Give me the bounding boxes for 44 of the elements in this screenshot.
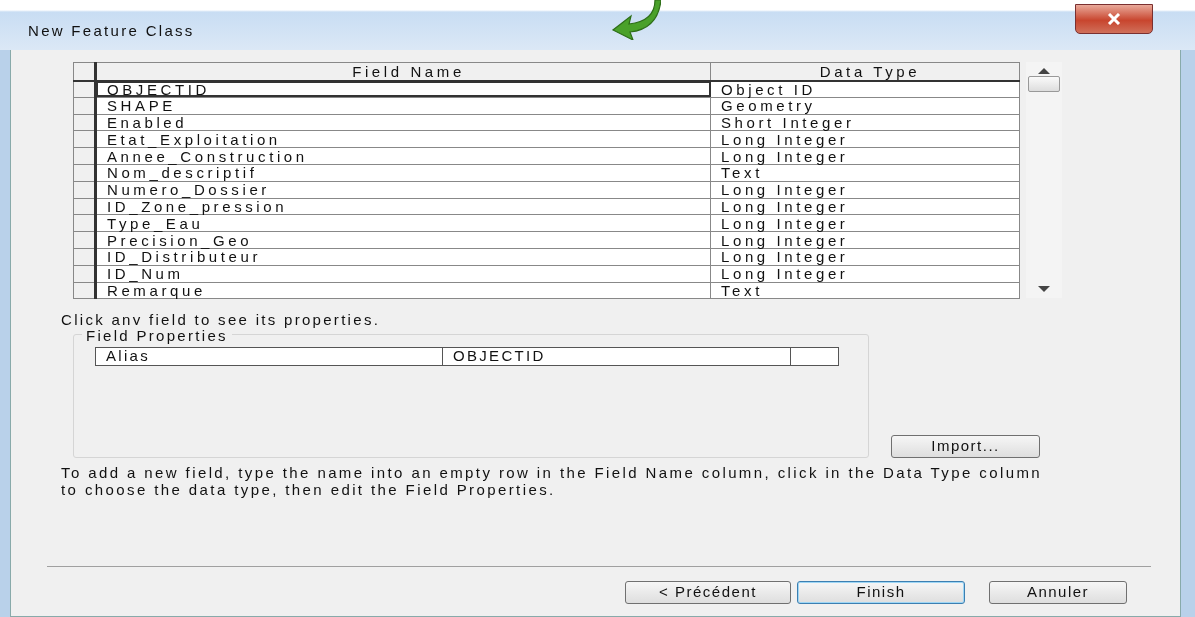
data-type-cell[interactable]: Long Integer: [710, 231, 1020, 249]
property-name-cell: Alias: [95, 347, 443, 366]
data-type-cell[interactable]: Long Integer: [710, 130, 1020, 148]
field-name-cell[interactable]: Etat_Exploitation: [95, 130, 711, 148]
field-name-cell[interactable]: OBJECTID: [95, 80, 711, 98]
field-name-cell[interactable]: Remarque: [95, 282, 711, 299]
window-title: New Feature Class: [28, 21, 195, 41]
close-button[interactable]: [1075, 4, 1153, 34]
dialog-button[interactable]: Finish: [797, 580, 965, 604]
scroll-down-icon: [1038, 286, 1050, 292]
data-type-cell[interactable]: Long Integer: [710, 181, 1020, 199]
column-header[interactable]: Data Type: [710, 62, 1020, 81]
data-type-cell[interactable]: Object ID: [710, 80, 1020, 98]
close-icon: [1107, 13, 1121, 25]
field-name-cell[interactable]: SHAPE: [95, 97, 711, 115]
property-value-cell[interactable]: OBJECTID: [442, 347, 791, 366]
dialog-button[interactable]: Annuler: [989, 580, 1127, 604]
data-type-cell[interactable]: Long Integer: [710, 147, 1020, 165]
data-type-cell[interactable]: Long Integer: [710, 214, 1020, 232]
data-type-cell[interactable]: Geometry: [710, 97, 1020, 115]
field-name-cell[interactable]: Nom_descriptif: [95, 164, 711, 182]
import-button[interactable]: Import...: [891, 434, 1040, 458]
instructions-text: To add a new field, type the name into an empty row in the Field Name column, click in the Data Type column to choose the data type, then edit the Field Properties.: [61, 463, 1044, 498]
field-name-cell[interactable]: ID_Num: [95, 265, 711, 283]
scroll-up-icon: [1038, 68, 1050, 74]
field-name-cell[interactable]: Enabled: [95, 114, 711, 131]
data-type-cell[interactable]: Long Integer: [710, 248, 1020, 266]
field-name-cell[interactable]: Numero_Dossier: [95, 181, 711, 199]
field-name-cell[interactable]: Type_Eau: [95, 214, 711, 232]
scrollbar-thumb[interactable]: [1028, 76, 1060, 92]
field-name-cell[interactable]: Precision_Geo: [95, 231, 711, 249]
property-extra-cell: [790, 347, 839, 366]
data-type-cell[interactable]: Long Integer: [710, 265, 1020, 283]
row-header-corner: [73, 62, 96, 81]
field-name-cell[interactable]: ID_Distributeur: [95, 248, 711, 266]
field-name-cell[interactable]: Annee_Construction: [95, 147, 711, 165]
column-header[interactable]: Field Name: [95, 62, 711, 81]
data-type-cell[interactable]: Short Integer: [710, 114, 1020, 131]
data-type-cell[interactable]: Text: [710, 164, 1020, 182]
data-type-cell[interactable]: Long Integer: [710, 198, 1020, 215]
scrollbar[interactable]: [1026, 62, 1062, 298]
dialog-button[interactable]: < Précédent: [625, 580, 791, 604]
field-name-cell[interactable]: ID_Zone_pression: [95, 198, 711, 215]
data-type-cell[interactable]: Text: [710, 282, 1020, 299]
